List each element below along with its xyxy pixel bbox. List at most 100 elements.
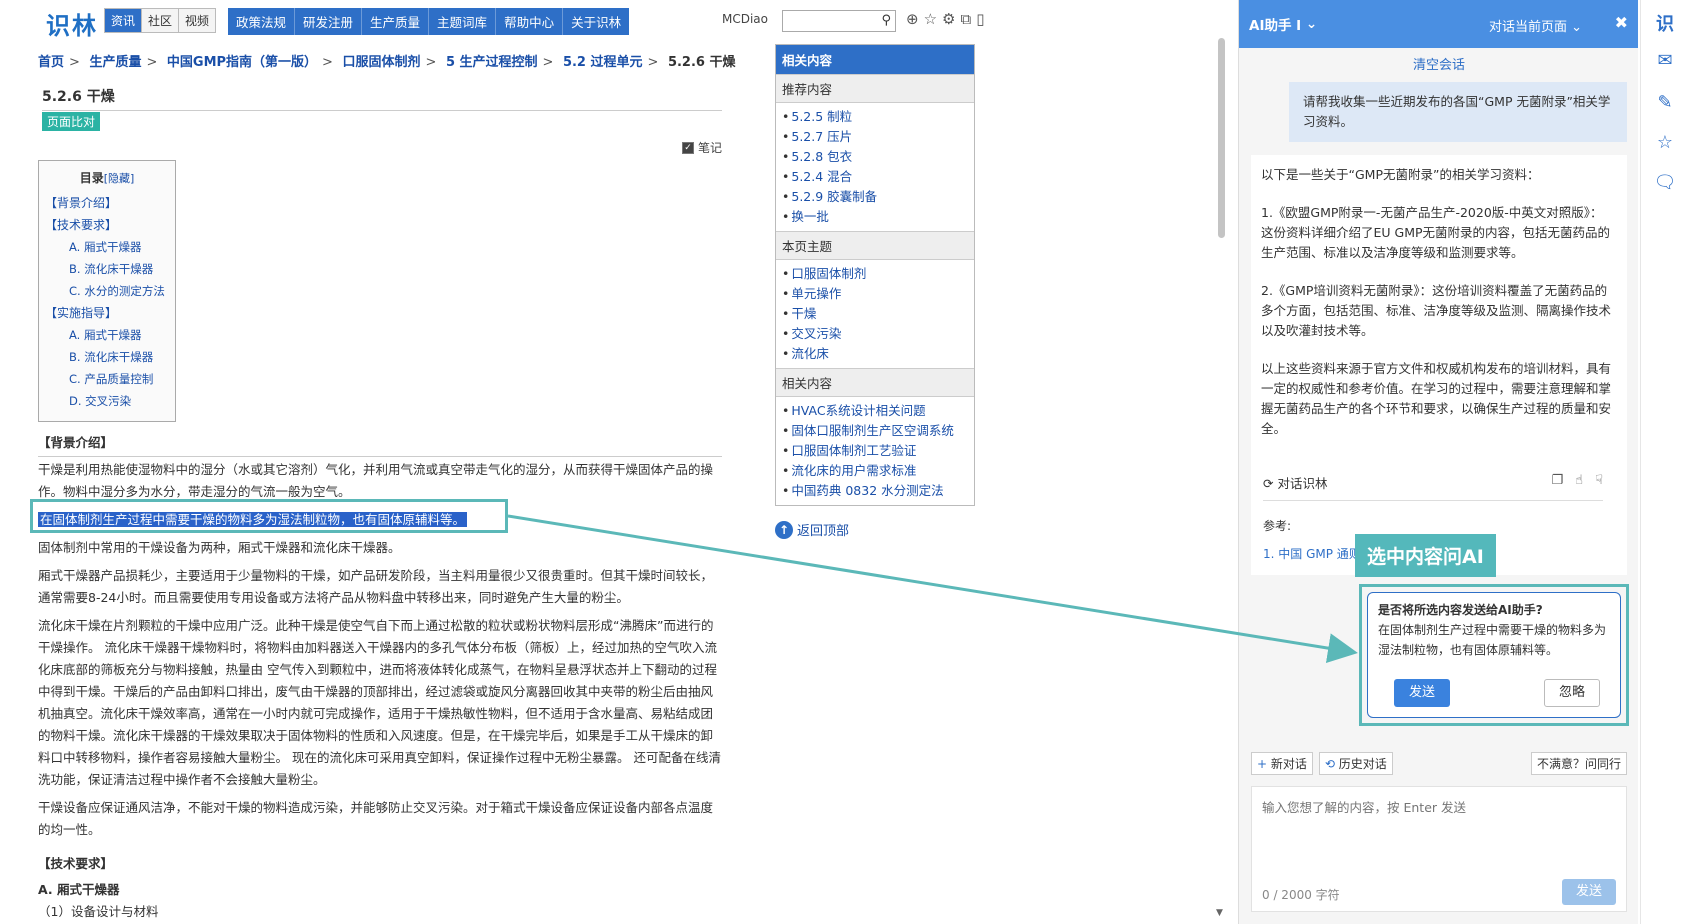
close-icon[interactable]: ✖ xyxy=(1615,13,1628,32)
scroll-down-icon[interactable]: ▼ xyxy=(1216,908,1223,918)
note-label: 笔记 xyxy=(698,141,723,155)
crumb-process-unit[interactable]: 5.2 过程单元 xyxy=(563,55,643,70)
ask-ai-callout: 选中内容问AI xyxy=(1355,534,1496,577)
related-list: 5.2.5 制粒 5.2.7 压片 5.2.8 包衣 5.2.4 混合 5.2.… xyxy=(776,103,974,231)
related-link[interactable]: 流化床的用户需求标准 xyxy=(782,461,968,481)
mobile-icon[interactable]: ▯ xyxy=(976,10,984,28)
chevron-down-icon[interactable]: ⌄ xyxy=(1301,16,1317,32)
nav-about[interactable]: 关于识林 xyxy=(563,8,629,35)
related-link[interactable]: 5.2.7 压片 xyxy=(782,127,968,147)
ai-scope-select[interactable]: 对话当前页面 ⌄ xyxy=(1489,16,1582,35)
ask-peer-button[interactable]: 不满意？问同行 xyxy=(1530,752,1627,775)
toc-item[interactable]: A. 厢式干燥器 xyxy=(45,324,169,346)
send-selection-dialog: 是否将所选内容发送给AI助手? 在固体制剂生产过程中需要干燥的物料多为湿法制粒物… xyxy=(1367,592,1621,718)
nav-rd[interactable]: 研发注册 xyxy=(295,8,363,35)
arrow-up-icon: ↑ xyxy=(775,520,793,539)
paragraph: 干燥设备应保证通风洁净，不能对干燥的物料造成污染，并能够防止交叉污染。对于箱式干… xyxy=(38,800,714,837)
gear-icon[interactable]: ⚙ xyxy=(942,10,955,28)
star-icon[interactable]: ☆ xyxy=(1653,132,1677,153)
mail-icon[interactable]: ✉ xyxy=(1653,50,1677,71)
thumbs-down-icon[interactable]: ☟ xyxy=(1595,473,1603,492)
search-input[interactable] xyxy=(783,11,873,31)
page-compare-button[interactable]: 页面比对 xyxy=(42,112,101,131)
back-to-top-label: 返回顶部 xyxy=(797,524,850,539)
toc-item[interactable]: 【实施指导】 xyxy=(45,302,169,324)
toc-item[interactable]: B. 流化床干燥器 xyxy=(45,346,169,368)
related-link[interactable]: 5.2.4 混合 xyxy=(782,167,968,187)
related-link[interactable]: 5.2.8 包衣 xyxy=(782,147,968,167)
toc-item[interactable]: D. 交叉污染 xyxy=(45,390,169,412)
related-link[interactable]: 固体口服制剂生产区空调系统 xyxy=(782,421,968,441)
toc-item[interactable]: 【背景介绍】 xyxy=(45,192,169,214)
subnav-community[interactable]: 社区 xyxy=(142,9,180,32)
main-nav: 政策法规 研发注册 生产质量 主题词库 帮助中心 关于识林 xyxy=(228,8,630,35)
refresh-link[interactable]: 换一批 xyxy=(782,207,968,227)
toc-item[interactable]: B. 流化床干燥器 xyxy=(45,258,169,280)
share-icon[interactable]: ⧉ xyxy=(960,10,971,28)
shilin-logo-icon[interactable]: 识 xyxy=(1653,10,1677,36)
related-link[interactable]: 流化床 xyxy=(782,344,968,364)
reference-label: 参考: xyxy=(1263,519,1292,533)
breadcrumb: 首页 > 生产质量 > 中国GMP指南（第一版） > 口服固体制剂 > 5 生产过程控制… xyxy=(38,55,736,70)
toc-item[interactable]: C. 水分的测定方法 xyxy=(45,280,169,302)
toc-hide-link[interactable]: [隐藏] xyxy=(104,172,135,185)
edit-icon[interactable]: ✎ xyxy=(1653,92,1677,113)
nav-thesaurus[interactable]: 主题词库 xyxy=(429,8,497,35)
crumb-gmp-guide[interactable]: 中国GMP指南（第一版） xyxy=(167,55,317,70)
paragraph: 固体制剂中常用的干燥设备为两种，厢式干燥器和流化床干燥器。 xyxy=(38,540,401,555)
answer-actions: ⟳ 对话识林 ❐ ☝ ☟ xyxy=(1263,473,1603,501)
related-link[interactable]: HVAC系统设计相关问题 xyxy=(782,401,968,421)
subnav-news[interactable]: 资讯 xyxy=(105,9,143,32)
related-link[interactable]: 单元操作 xyxy=(782,284,968,304)
search-icon[interactable]: ⚲ xyxy=(881,13,891,28)
related-link[interactable]: 口服固体制剂 xyxy=(782,264,968,284)
send-button[interactable]: 发送 xyxy=(1394,679,1450,707)
subnav-video[interactable]: 视频 xyxy=(179,9,216,32)
answer-icons: ❐ ☝ ☟ xyxy=(1552,473,1604,492)
section-heading-tech: 【技术要求】 xyxy=(38,856,114,871)
tool-icons: ⊕ ☆ ⚙ ⧉ ▯ xyxy=(906,10,984,28)
crumb-home[interactable]: 首页 xyxy=(38,55,64,70)
note-checkbox[interactable]: ✓ 笔记 xyxy=(682,139,722,156)
subsubsection-heading: （1）设备设计与材料 xyxy=(38,904,159,919)
crumb-process-control[interactable]: 5 生产过程控制 xyxy=(446,55,538,70)
checkbox-icon[interactable]: ✓ xyxy=(682,141,694,154)
related-link[interactable]: 交叉污染 xyxy=(782,324,968,344)
ai-title[interactable]: AI助手 I xyxy=(1249,14,1301,34)
page-scrollbar[interactable]: ▼ xyxy=(1216,38,1226,918)
nav-production[interactable]: 生产质量 xyxy=(362,8,430,35)
clear-chat-link[interactable]: 清空会话 xyxy=(1239,54,1639,73)
zoom-icon[interactable]: ⊕ xyxy=(906,10,919,28)
scrollbar-thumb[interactable] xyxy=(1218,38,1225,238)
nav-policy[interactable]: 政策法规 xyxy=(228,8,296,35)
back-to-top[interactable]: ↑ 返回顶部 xyxy=(775,520,849,539)
thumbs-up-icon[interactable]: ☝ xyxy=(1575,473,1583,492)
username[interactable]: MCDiao xyxy=(722,12,768,26)
toc-item[interactable]: A. 厢式干燥器 xyxy=(45,236,169,258)
copy-icon[interactable]: ❐ xyxy=(1552,473,1564,492)
history-button[interactable]: ⟲ 历史对话 xyxy=(1318,752,1393,775)
subsection-heading: A. 厢式干燥器 xyxy=(38,882,120,897)
chat-shilin-button[interactable]: ⟳ 对话识林 xyxy=(1263,473,1327,492)
ignore-button[interactable]: 忽略 xyxy=(1544,679,1600,707)
site-logo[interactable]: 识林 xyxy=(46,6,98,41)
reference-link[interactable]: 1. 中国 GMP 通则 xyxy=(1263,545,1361,562)
toc-title: 目录[隐藏] xyxy=(79,171,135,185)
related-link[interactable]: 5.2.5 制粒 xyxy=(782,107,968,127)
toc-item[interactable]: 【技术要求】 xyxy=(45,214,169,236)
crumb-production[interactable]: 生产质量 xyxy=(89,55,141,70)
send-message-button[interactable]: 发送 xyxy=(1562,879,1616,905)
toc-item[interactable]: C. 产品质量控制 xyxy=(45,368,169,390)
nav-help[interactable]: 帮助中心 xyxy=(496,8,564,35)
new-chat-button[interactable]: + 新对话 xyxy=(1251,752,1313,775)
related-link[interactable]: 干燥 xyxy=(782,304,968,324)
related-link[interactable]: 中国药典 0832 水分测定法 xyxy=(782,481,968,501)
chat-input[interactable] xyxy=(1252,787,1626,867)
related-link[interactable]: 5.2.9 胶囊制备 xyxy=(782,187,968,207)
comment-icon[interactable]: 🗨 xyxy=(1653,172,1677,193)
related-link[interactable]: 口服固体制剂工艺验证 xyxy=(782,441,968,461)
right-toolbar: 识 ✉ ✎ ☆ 🗨 xyxy=(1640,0,1687,924)
page-title: 5.2.6 干燥 xyxy=(42,86,722,111)
crumb-oral-solid[interactable]: 口服固体制剂 xyxy=(342,55,420,70)
star-icon[interactable]: ☆ xyxy=(924,10,937,28)
